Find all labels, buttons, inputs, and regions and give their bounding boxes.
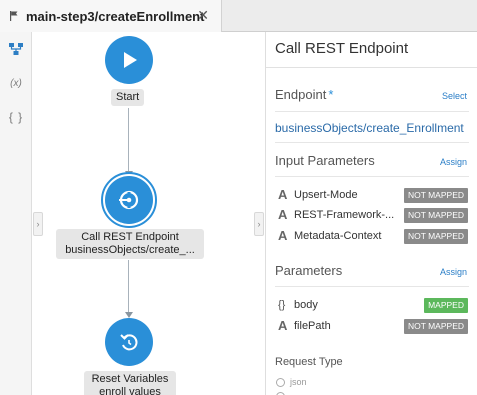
not-mapped-badge: NOT MAPPED bbox=[403, 229, 468, 244]
flow-diagram-icon[interactable] bbox=[0, 34, 32, 64]
start-label-text: Start bbox=[116, 91, 140, 103]
input-parameters-divider bbox=[275, 176, 469, 177]
required-marker: * bbox=[328, 87, 334, 102]
panel-title: Call REST Endpoint bbox=[275, 40, 409, 57]
not-mapped-badge: NOT MAPPED bbox=[403, 208, 468, 223]
request-type-radio[interactable] bbox=[276, 378, 285, 387]
panel-title-divider bbox=[266, 67, 477, 68]
collapse-right-handle[interactable]: › bbox=[254, 212, 264, 236]
close-icon[interactable]: ✕ bbox=[197, 8, 209, 22]
flow-canvas: Start Call REST Endpoint businessObjects… bbox=[44, 32, 254, 395]
reset-label-line2: enroll values bbox=[99, 386, 161, 395]
parameter-row[interactable]: {} body MAPPED bbox=[278, 298, 468, 314]
editor-tab-bar: main-step3/createEnrollment ✕ bbox=[0, 0, 477, 32]
parameter-row[interactable]: A filePath NOT MAPPED bbox=[278, 319, 468, 335]
tab-create-enrollment[interactable]: main-step3/createEnrollment ✕ bbox=[0, 0, 222, 32]
request-type-label: Request Type bbox=[275, 356, 343, 368]
parameter-row[interactable]: A REST-Framework-... NOT MAPPED bbox=[278, 208, 468, 224]
input-parameters-assign-link[interactable]: Assign bbox=[440, 157, 467, 167]
rest-endpoint-node[interactable] bbox=[105, 176, 153, 224]
request-type-option[interactable]: json bbox=[290, 377, 307, 387]
rest-endpoint-node-label[interactable]: Call REST Endpoint businessObjects/creat… bbox=[56, 229, 204, 259]
start-node[interactable] bbox=[105, 36, 153, 84]
string-type-icon: A bbox=[278, 228, 288, 243]
parameters-divider bbox=[275, 286, 469, 287]
tab-title: main-step3/createEnrollment bbox=[26, 8, 205, 24]
rest-label-line2: businessObjects/create_... bbox=[65, 244, 195, 256]
connector-start-to-rest bbox=[128, 108, 129, 172]
endpoint-select-link[interactable]: Select bbox=[442, 91, 467, 101]
reset-icon bbox=[120, 334, 138, 351]
parameter-row[interactable]: A Upsert-Mode NOT MAPPED bbox=[278, 188, 468, 204]
endpoint-divider bbox=[275, 111, 469, 112]
input-parameters-label: Input Parameters bbox=[275, 153, 375, 168]
left-toolbar: (x) { } bbox=[0, 32, 32, 395]
variables-button[interactable]: (x) bbox=[0, 68, 32, 98]
string-type-icon: A bbox=[278, 207, 288, 222]
mapped-badge: MAPPED bbox=[424, 298, 468, 313]
parameter-name: REST-Framework-... bbox=[294, 209, 395, 221]
string-type-icon: A bbox=[278, 187, 288, 202]
not-mapped-badge: NOT MAPPED bbox=[403, 319, 468, 334]
object-type-icon: {} bbox=[278, 299, 286, 311]
rest-label-line1: Call REST Endpoint bbox=[81, 231, 179, 243]
endpoint-label: Endpoint * bbox=[275, 87, 333, 102]
parameters-assign-link[interactable]: Assign bbox=[440, 267, 467, 277]
collapse-left-handle[interactable]: › bbox=[33, 212, 43, 236]
rest-endpoint-icon bbox=[119, 190, 139, 210]
reset-variables-node-label[interactable]: Reset Variables enroll values bbox=[84, 371, 176, 395]
parameter-name: Metadata-Context bbox=[294, 230, 382, 242]
parameter-row[interactable]: A Metadata-Context NOT MAPPED bbox=[278, 229, 468, 245]
parameter-name: Upsert-Mode bbox=[294, 189, 358, 201]
not-mapped-badge: NOT MAPPED bbox=[403, 188, 468, 203]
play-icon bbox=[124, 52, 137, 68]
properties-panel: Call REST Endpoint Endpoint * Select busi… bbox=[265, 32, 477, 395]
json-source-button[interactable]: { } bbox=[0, 102, 32, 132]
reset-label-line1: Reset Variables bbox=[91, 373, 169, 385]
flag-icon bbox=[10, 11, 18, 21]
parameter-name: body bbox=[294, 299, 318, 311]
string-type-icon: A bbox=[278, 318, 288, 333]
parameter-name: filePath bbox=[294, 320, 331, 332]
start-node-label[interactable]: Start bbox=[111, 89, 145, 106]
reset-variables-node[interactable] bbox=[105, 318, 153, 366]
endpoint-value-link[interactable]: businessObjects/create_Enrollment bbox=[275, 121, 464, 135]
connector-rest-to-reset bbox=[128, 260, 129, 313]
endpoint-value-divider bbox=[275, 142, 469, 143]
endpoint-label-text: Endpoint bbox=[275, 87, 327, 102]
parameters-label: Parameters bbox=[275, 263, 343, 278]
